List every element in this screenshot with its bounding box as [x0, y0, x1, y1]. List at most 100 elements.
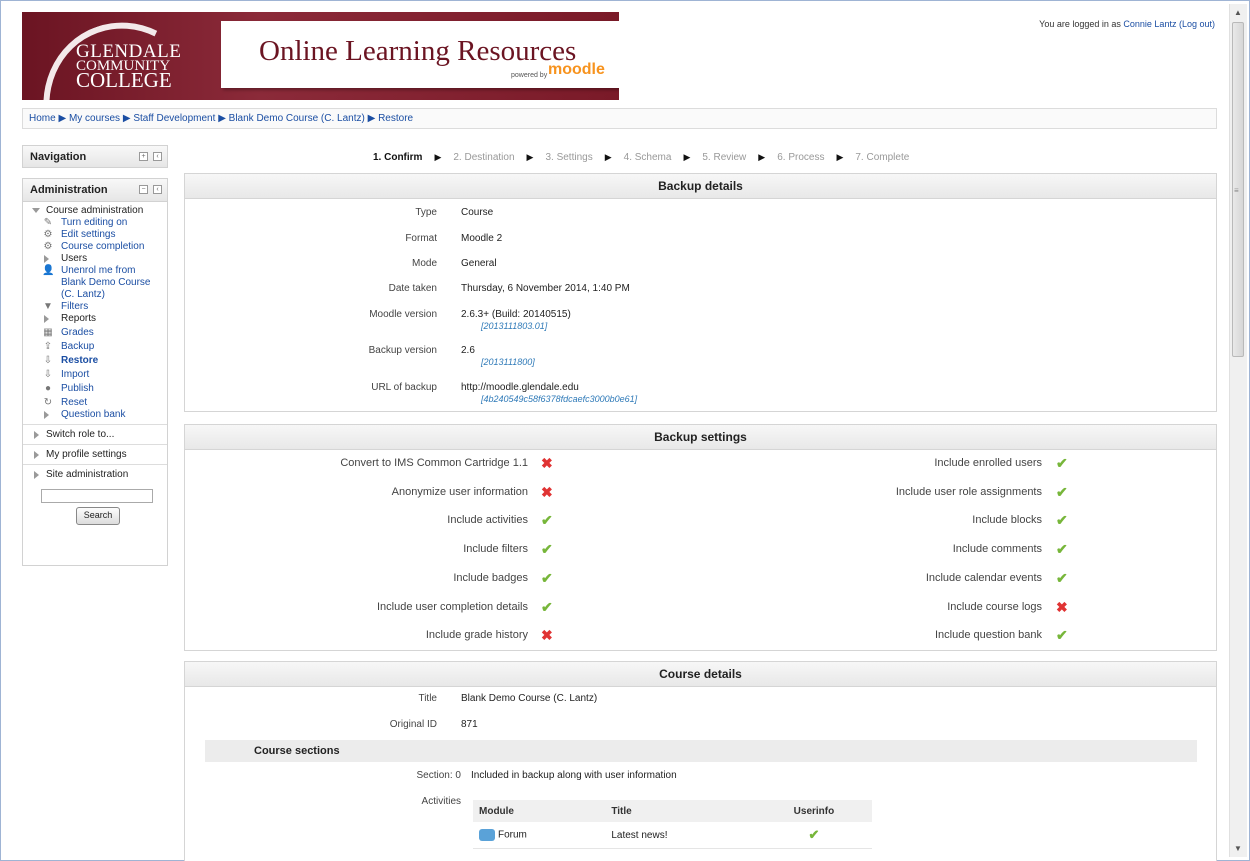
- expand-arrow-icon[interactable]: [44, 255, 49, 263]
- expand-arrow-icon[interactable]: [44, 315, 49, 323]
- import-link[interactable]: Import: [61, 369, 89, 380]
- backup-details-title: Backup details: [185, 174, 1216, 199]
- setting-label: Include blocks: [972, 514, 1042, 526]
- logout-link[interactable]: (Log out): [1179, 19, 1215, 29]
- unenrol-link[interactable]: Unenrol me from Blank Demo Course (C. La…: [61, 265, 150, 300]
- setting-label: Include question bank: [934, 629, 1042, 641]
- site-title: Online Learning Resources: [259, 35, 577, 67]
- backup-version-label: Backup version: [368, 345, 437, 356]
- moodle-logo: moodle: [548, 61, 605, 78]
- course-details-section: Course details Title Blank Demo Course (…: [184, 661, 1217, 861]
- divider: [23, 444, 167, 445]
- col-module: Module: [473, 800, 606, 822]
- backup-settings-title: Backup settings: [185, 425, 1216, 450]
- step-settings: 3. Settings: [545, 152, 593, 163]
- activities-table: Module Title Userinfo Forum Latest news!…: [473, 800, 872, 849]
- setting-label: Include comments: [952, 543, 1042, 555]
- backup-link[interactable]: Backup: [61, 341, 94, 352]
- moodle-version-value: 2.6.3+ (Build: 20140515) [2013111803.01]: [461, 309, 571, 331]
- filters-link[interactable]: Filters: [61, 301, 88, 312]
- browser-frame: GLENDALE COMMUNITY COLLEGE Online Learni…: [0, 0, 1250, 861]
- check-icon: ✔: [541, 599, 553, 615]
- cross-icon: ✖: [541, 627, 553, 643]
- vertical-scrollbar[interactable]: ▲ ≡ ▼: [1229, 4, 1247, 857]
- setting-label: Include user role assignments: [895, 486, 1042, 498]
- publish-link[interactable]: Publish: [61, 383, 94, 394]
- date-taken-label: Date taken: [388, 283, 437, 294]
- setting-label: Include filters: [463, 543, 528, 555]
- col-userinfo: Userinfo: [755, 800, 872, 822]
- breadcrumb-separator-icon: ▶: [122, 113, 134, 124]
- check-icon: ✔: [1056, 570, 1068, 586]
- restore-link[interactable]: Restore: [61, 355, 98, 366]
- scroll-up-icon[interactable]: ▲: [1234, 8, 1242, 17]
- mode-value: General: [461, 258, 497, 269]
- site-administration-item[interactable]: Site administration: [23, 468, 167, 481]
- step-destination: 2. Destination: [453, 152, 515, 163]
- search-button[interactable]: Search: [76, 507, 120, 525]
- breadcrumb-staff-development[interactable]: Staff Development: [133, 113, 215, 124]
- reports-item[interactable]: Reports: [61, 313, 96, 324]
- turn-editing-on-link[interactable]: Turn editing on: [61, 217, 127, 228]
- mode-label: Mode: [411, 258, 437, 269]
- breadcrumb: Home ▶ My courses ▶ Staff Development ▶ …: [22, 108, 1217, 129]
- format-value: Moodle 2: [461, 233, 503, 244]
- hide-block-icon[interactable]: −: [139, 185, 148, 194]
- step-schema: 4. Schema: [623, 152, 672, 163]
- course-administration[interactable]: Course administration: [23, 205, 167, 217]
- admin-tree: Course administration ✎ Turn editing on ⚙…: [23, 202, 167, 484]
- backup-icon: ⇪: [43, 341, 53, 352]
- site-title-panel: Online Learning Resources powered by moo…: [221, 21, 619, 88]
- setting-label: Include grade history: [425, 629, 528, 641]
- setting-label: Include badges: [453, 572, 528, 584]
- url-of-backup-value: http://moodle.glendale.edu [4b240549c58f…: [461, 382, 638, 404]
- breadcrumb-my-courses[interactable]: My courses: [69, 113, 120, 124]
- setting-label: Anonymize user information: [391, 486, 528, 498]
- question-bank-link[interactable]: Question bank: [61, 409, 126, 420]
- backup-settings-section: Backup settings Convert to IMS Common Ca…: [184, 424, 1217, 651]
- breadcrumb-restore[interactable]: Restore: [378, 113, 413, 124]
- grades-icon: ▦: [43, 327, 53, 338]
- filter-icon: ▼: [43, 301, 53, 312]
- setting-label: Include calendar events: [925, 572, 1042, 584]
- original-id-label: Original ID: [389, 719, 437, 730]
- site-banner[interactable]: GLENDALE COMMUNITY COLLEGE Online Learni…: [22, 12, 619, 100]
- step-arrow-icon: ▶: [758, 152, 766, 162]
- reset-link[interactable]: Reset: [61, 397, 87, 408]
- date-taken-value: Thursday, 6 November 2014, 1:40 PM: [461, 283, 630, 294]
- setting-label: Include user completion details: [376, 601, 528, 613]
- expand-arrow-icon[interactable]: [44, 411, 49, 419]
- check-icon: ✔: [1056, 484, 1068, 500]
- setting-label: Include activities: [447, 514, 528, 526]
- course-completion-link[interactable]: Course completion: [61, 241, 144, 252]
- check-icon: ✔: [1056, 512, 1068, 528]
- breadcrumb-course[interactable]: Blank Demo Course (C. Lantz): [229, 113, 365, 124]
- admin-search-input[interactable]: [41, 489, 153, 503]
- publish-icon: ●: [44, 383, 52, 394]
- backup-details-section: Backup details Type Course Format Moodle…: [184, 173, 1217, 412]
- check-icon: ✔: [1056, 627, 1068, 643]
- check-icon: ✔: [541, 512, 553, 528]
- switch-role-item[interactable]: Switch role to...: [23, 428, 167, 441]
- module-cell: Forum: [473, 822, 606, 849]
- login-info: You are logged in as Connie Lantz (Log o…: [1039, 19, 1215, 29]
- user-name-link[interactable]: Connie Lantz: [1123, 19, 1176, 29]
- breadcrumb-separator-icon: ▶: [58, 113, 69, 124]
- grades-link[interactable]: Grades: [61, 327, 94, 338]
- check-icon: ✔: [808, 827, 820, 842]
- import-icon: ⇩: [43, 369, 53, 380]
- collapse-icon[interactable]: ‹: [153, 152, 162, 161]
- backup-version-id: [2013111800]: [481, 357, 535, 367]
- course-title-value: Blank Demo Course (C. Lantz): [461, 693, 598, 704]
- breadcrumb-home[interactable]: Home: [29, 113, 56, 124]
- dock-icon[interactable]: +: [139, 152, 148, 161]
- scroll-down-icon[interactable]: ▼: [1234, 844, 1242, 853]
- col-title: Title: [605, 800, 756, 822]
- section-label: Section: 0: [416, 770, 461, 781]
- my-profile-settings-item[interactable]: My profile settings: [23, 448, 167, 461]
- edit-settings-link[interactable]: Edit settings: [61, 229, 115, 240]
- type-value: Course: [461, 207, 494, 218]
- users-item[interactable]: Users: [61, 253, 87, 264]
- cross-icon: ✖: [541, 484, 553, 500]
- move-block-icon[interactable]: ‹: [153, 185, 162, 194]
